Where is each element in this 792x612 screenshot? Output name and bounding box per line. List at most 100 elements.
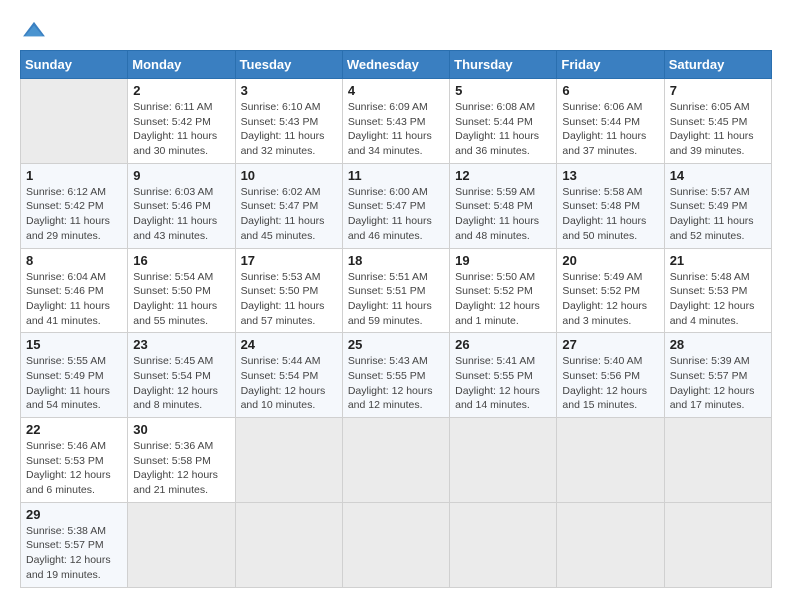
calendar-cell: 5Sunrise: 6:08 AMSunset: 5:44 PMDaylight… — [450, 79, 557, 164]
day-number: 29 — [26, 507, 122, 522]
cell-info: Sunrise: 5:55 AM — [26, 354, 122, 369]
cell-info: and 54 minutes. — [26, 398, 122, 413]
cell-info: Sunset: 5:47 PM — [241, 199, 337, 214]
cell-info: Sunset: 5:44 PM — [455, 115, 551, 130]
cell-info: Sunset: 5:57 PM — [26, 538, 122, 553]
cell-info: Daylight: 11 hours — [562, 129, 658, 144]
cell-info: Sunset: 5:43 PM — [241, 115, 337, 130]
calendar-cell: 24Sunrise: 5:44 AMSunset: 5:54 PMDayligh… — [235, 333, 342, 418]
cell-info: Daylight: 11 hours — [133, 299, 229, 314]
cell-info: and 52 minutes. — [670, 229, 766, 244]
cell-info: Daylight: 11 hours — [133, 129, 229, 144]
cell-info: and 14 minutes. — [455, 398, 551, 413]
day-number: 30 — [133, 422, 229, 437]
cell-info: Daylight: 12 hours — [455, 384, 551, 399]
cell-info: Sunrise: 6:12 AM — [26, 185, 122, 200]
calendar-row: 29Sunrise: 5:38 AMSunset: 5:57 PMDayligh… — [21, 502, 772, 587]
cell-info: Daylight: 11 hours — [348, 129, 444, 144]
cell-info: Sunset: 5:48 PM — [455, 199, 551, 214]
cell-info: Sunset: 5:58 PM — [133, 454, 229, 469]
calendar-cell — [557, 418, 664, 503]
cell-info: Sunset: 5:50 PM — [241, 284, 337, 299]
day-number: 19 — [455, 253, 551, 268]
cell-info: and 6 minutes. — [26, 483, 122, 498]
calendar-row: 15Sunrise: 5:55 AMSunset: 5:49 PMDayligh… — [21, 333, 772, 418]
day-number: 6 — [562, 83, 658, 98]
cell-info: and 43 minutes. — [133, 229, 229, 244]
cell-info: Sunrise: 5:59 AM — [455, 185, 551, 200]
cell-info: Sunrise: 5:36 AM — [133, 439, 229, 454]
cell-info: and 3 minutes. — [562, 314, 658, 329]
day-number: 10 — [241, 168, 337, 183]
cell-info: Sunset: 5:51 PM — [348, 284, 444, 299]
cell-info: Sunrise: 5:46 AM — [26, 439, 122, 454]
day-number: 14 — [670, 168, 766, 183]
cell-info: Sunrise: 6:09 AM — [348, 100, 444, 115]
cell-info: Sunrise: 5:57 AM — [670, 185, 766, 200]
cell-info: Sunrise: 5:48 AM — [670, 270, 766, 285]
logo — [20, 20, 52, 40]
weekday-header: Friday — [557, 51, 664, 79]
cell-info: and 17 minutes. — [670, 398, 766, 413]
day-number: 13 — [562, 168, 658, 183]
calendar-cell: 17Sunrise: 5:53 AMSunset: 5:50 PMDayligh… — [235, 248, 342, 333]
cell-info: Daylight: 11 hours — [241, 214, 337, 229]
day-number: 9 — [133, 168, 229, 183]
calendar-cell: 11Sunrise: 6:00 AMSunset: 5:47 PMDayligh… — [342, 163, 449, 248]
cell-info: Sunrise: 6:10 AM — [241, 100, 337, 115]
day-number: 28 — [670, 337, 766, 352]
day-number: 26 — [455, 337, 551, 352]
cell-info: Sunset: 5:54 PM — [133, 369, 229, 384]
cell-info: and 57 minutes. — [241, 314, 337, 329]
cell-info: Sunset: 5:54 PM — [241, 369, 337, 384]
cell-info: and 59 minutes. — [348, 314, 444, 329]
cell-info: Daylight: 11 hours — [348, 299, 444, 314]
cell-info: Sunrise: 6:11 AM — [133, 100, 229, 115]
day-number: 11 — [348, 168, 444, 183]
cell-info: Sunrise: 5:40 AM — [562, 354, 658, 369]
calendar-cell: 1Sunrise: 6:12 AMSunset: 5:42 PMDaylight… — [21, 163, 128, 248]
calendar-cell: 20Sunrise: 5:49 AMSunset: 5:52 PMDayligh… — [557, 248, 664, 333]
calendar-cell: 12Sunrise: 5:59 AMSunset: 5:48 PMDayligh… — [450, 163, 557, 248]
cell-info: Sunset: 5:42 PM — [133, 115, 229, 130]
calendar-cell: 30 Sunrise: 5:36 AMSunset: 5:58 PMDayligh… — [128, 418, 235, 503]
day-number: 16 — [133, 253, 229, 268]
day-number: 1 — [26, 168, 122, 183]
weekday-header: Wednesday — [342, 51, 449, 79]
cell-info: Sunset: 5:52 PM — [562, 284, 658, 299]
weekday-header: Thursday — [450, 51, 557, 79]
calendar-row: 8Sunrise: 6:04 AMSunset: 5:46 PMDaylight… — [21, 248, 772, 333]
cell-info: Sunrise: 6:08 AM — [455, 100, 551, 115]
cell-info: Daylight: 11 hours — [241, 129, 337, 144]
cell-info: Sunset: 5:52 PM — [455, 284, 551, 299]
cell-info: Sunset: 5:45 PM — [670, 115, 766, 130]
cell-info: Daylight: 12 hours — [348, 384, 444, 399]
cell-info: Daylight: 11 hours — [241, 299, 337, 314]
cell-info: and 46 minutes. — [348, 229, 444, 244]
day-number: 24 — [241, 337, 337, 352]
day-number: 23 — [133, 337, 229, 352]
cell-info: Sunrise: 5:45 AM — [133, 354, 229, 369]
cell-info: Daylight: 12 hours — [562, 299, 658, 314]
calendar-cell — [450, 502, 557, 587]
calendar-cell: 8Sunrise: 6:04 AMSunset: 5:46 PMDaylight… — [21, 248, 128, 333]
cell-info: Sunrise: 6:05 AM — [670, 100, 766, 115]
cell-info: and 10 minutes. — [241, 398, 337, 413]
cell-info: Sunrise: 5:58 AM — [562, 185, 658, 200]
calendar-cell: 27Sunrise: 5:40 AMSunset: 5:56 PMDayligh… — [557, 333, 664, 418]
calendar-cell: 14Sunrise: 5:57 AMSunset: 5:49 PMDayligh… — [664, 163, 771, 248]
calendar-cell: 10Sunrise: 6:02 AMSunset: 5:47 PMDayligh… — [235, 163, 342, 248]
cell-info: Sunset: 5:55 PM — [348, 369, 444, 384]
calendar-row: 2Sunrise: 6:11 AMSunset: 5:42 PMDaylight… — [21, 79, 772, 164]
cell-info: Sunrise: 5:39 AM — [670, 354, 766, 369]
cell-info: Sunrise: 5:41 AM — [455, 354, 551, 369]
cell-info: Sunset: 5:43 PM — [348, 115, 444, 130]
day-number: 27 — [562, 337, 658, 352]
calendar-cell: 3Sunrise: 6:10 AMSunset: 5:43 PMDaylight… — [235, 79, 342, 164]
day-number: 4 — [348, 83, 444, 98]
cell-info: Sunset: 5:49 PM — [26, 369, 122, 384]
cell-info: Daylight: 11 hours — [670, 129, 766, 144]
cell-info: Daylight: 12 hours — [133, 468, 229, 483]
cell-info: Sunrise: 6:03 AM — [133, 185, 229, 200]
calendar-cell: 19Sunrise: 5:50 AMSunset: 5:52 PMDayligh… — [450, 248, 557, 333]
